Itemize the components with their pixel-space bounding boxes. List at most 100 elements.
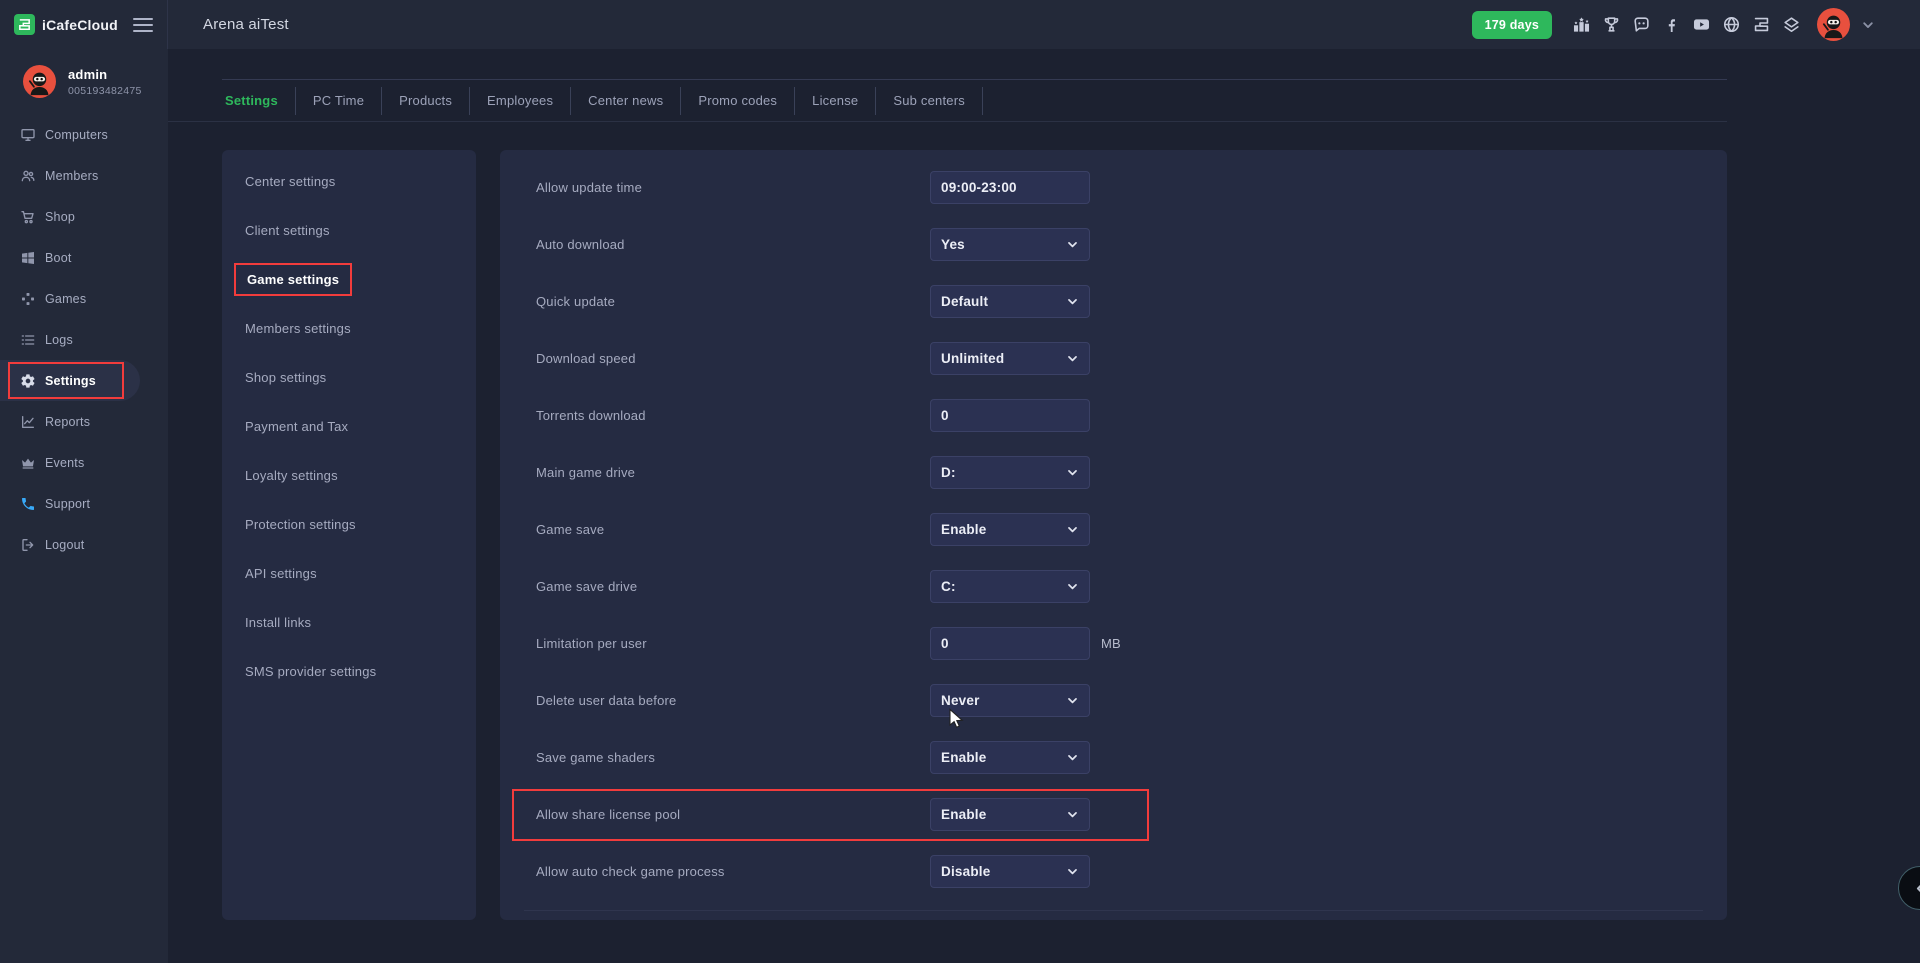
field-control[interactable]: Enable	[930, 513, 1090, 546]
row-quick-update: Quick update Default	[500, 273, 1727, 330]
globe-icon[interactable]	[1722, 15, 1741, 34]
tab-products[interactable]: Products	[382, 87, 470, 115]
sidebar-item-members[interactable]: Members	[0, 155, 168, 196]
trophy-icon[interactable]	[1602, 15, 1621, 34]
submenu-center-settings[interactable]: Center settings	[222, 157, 476, 206]
submenu-item-label: Install links	[245, 615, 311, 630]
submenu-members-settings[interactable]: Members settings	[222, 304, 476, 353]
field-control[interactable]: Default	[930, 285, 1090, 318]
tab-sub-centers[interactable]: Sub centers	[876, 87, 983, 115]
chevron-down-icon	[1066, 865, 1079, 878]
avatar[interactable]	[1817, 8, 1850, 41]
sidebar-item-events[interactable]: Events	[0, 442, 168, 483]
submenu-payment-and-tax[interactable]: Payment and Tax	[222, 402, 476, 451]
submenu-item-label: Center settings	[245, 174, 335, 189]
tab-employees[interactable]: Employees	[470, 87, 571, 115]
field-label: Allow update time	[536, 180, 930, 195]
sidebar-item-games[interactable]: Games	[0, 278, 168, 319]
field-value: Never	[941, 693, 980, 708]
submenu-item-label: SMS provider settings	[245, 664, 376, 679]
avatar[interactable]	[23, 65, 56, 98]
field-label: Main game drive	[536, 465, 930, 480]
sidebar-item-shop[interactable]: Shop	[0, 196, 168, 237]
field-control[interactable]: Enable	[930, 741, 1090, 774]
field-control[interactable]: 0	[930, 399, 1090, 432]
sidebar-item-support[interactable]: Support	[0, 483, 168, 524]
field-label: Game save drive	[536, 579, 930, 594]
field-suffix: MB	[1101, 636, 1121, 651]
collapse-panel-button[interactable]	[1898, 866, 1920, 910]
submenu-item-label: API settings	[245, 566, 317, 581]
field-control[interactable]: 0	[930, 627, 1090, 660]
sidebar-item-label: Reports	[45, 415, 90, 429]
field-label: Save game shaders	[536, 750, 930, 765]
topbar-right: 179 days	[1472, 8, 1920, 41]
submenu-shop-settings[interactable]: Shop settings	[222, 353, 476, 402]
chevron-down-icon	[1066, 751, 1079, 764]
chevron-down-icon	[1066, 580, 1079, 593]
submenu-client-settings[interactable]: Client settings	[222, 206, 476, 255]
field-value: Yes	[941, 237, 965, 252]
submenu-game-settings[interactable]: Game settings	[222, 255, 476, 304]
sidebar-item-label: Support	[45, 497, 90, 511]
row-delete-user-data-before: Delete user data before Never	[500, 672, 1727, 729]
field-value: 0	[941, 636, 949, 651]
tab-center-news[interactable]: Center news	[571, 87, 681, 115]
field-control[interactable]: D:	[930, 456, 1090, 489]
chevron-down-icon	[1066, 694, 1079, 707]
field-control[interactable]: Disable	[930, 855, 1090, 888]
chevron-down-icon	[1066, 523, 1079, 536]
sidebar-item-label: Computers	[45, 128, 108, 142]
gamepad-icon	[20, 291, 36, 307]
field-value: Default	[941, 294, 988, 309]
discord-icon[interactable]	[1632, 15, 1651, 34]
field-control[interactable]: Unlimited	[930, 342, 1090, 375]
submenu-sms-provider-settings[interactable]: SMS provider settings	[222, 647, 476, 696]
chart-icon	[20, 414, 36, 430]
cart-icon	[20, 209, 36, 225]
chevron-down-icon[interactable]	[1861, 18, 1875, 32]
field-control[interactable]: C:	[930, 570, 1090, 603]
sidebar-item-computers[interactable]: Computers	[0, 114, 168, 155]
topbar: iCafeCloud Arena aiTest 179 days	[0, 0, 1920, 49]
license-days-badge[interactable]: 179 days	[1472, 11, 1552, 39]
sidebar-item-logout[interactable]: Logout	[0, 524, 168, 565]
sidebar-item-reports[interactable]: Reports	[0, 401, 168, 442]
submenu-item-label: Loyalty settings	[245, 468, 338, 483]
list-icon	[20, 332, 36, 348]
field-control[interactable]: Yes	[930, 228, 1090, 261]
icafecloud-logo-icon	[14, 14, 35, 35]
form-bottom-divider	[524, 910, 1703, 911]
row-save-game-shaders: Save game shaders Enable	[500, 729, 1727, 786]
facebook-icon[interactable]	[1662, 15, 1681, 34]
field-control[interactable]: Enable	[930, 798, 1090, 831]
sidebar-item-label: Logout	[45, 538, 84, 552]
layers-icon[interactable]	[1782, 15, 1801, 34]
tab-license[interactable]: License	[795, 87, 876, 115]
tab-promo-codes[interactable]: Promo codes	[681, 87, 795, 115]
icafecloud-icon[interactable]	[1752, 15, 1771, 34]
row-limitation-per-user: Limitation per user 0 MB	[500, 615, 1727, 672]
row-allow-share-license-pool: Allow share license pool Enable	[500, 786, 1727, 843]
row-auto-download: Auto download Yes	[500, 216, 1727, 273]
field-control[interactable]: 09:00-23:00	[930, 171, 1090, 204]
ranking-icon[interactable]	[1572, 15, 1591, 34]
field-value: Enable	[941, 807, 986, 822]
submenu-loyalty-settings[interactable]: Loyalty settings	[222, 451, 476, 500]
field-label: Delete user data before	[536, 693, 930, 708]
sidebar-item-logs[interactable]: Logs	[0, 319, 168, 360]
field-control[interactable]: Never	[930, 684, 1090, 717]
sidebar-item-label: Boot	[45, 251, 72, 265]
sidebar-item-boot[interactable]: Boot	[0, 237, 168, 278]
tab-settings[interactable]: Settings	[222, 87, 296, 115]
youtube-icon[interactable]	[1692, 15, 1711, 34]
sidebar-nav: Computers Members Shop Boot Games	[0, 114, 168, 565]
submenu-protection-settings[interactable]: Protection settings	[222, 500, 476, 549]
sidebar-item-settings[interactable]: Settings	[0, 360, 140, 401]
submenu-install-links[interactable]: Install links	[222, 598, 476, 647]
brand-logo[interactable]: iCafeCloud	[14, 14, 118, 35]
tab-pc-time[interactable]: PC Time	[296, 87, 382, 115]
tabs-bottom-divider	[168, 121, 1727, 122]
hamburger-menu-icon[interactable]	[133, 18, 153, 32]
submenu-api-settings[interactable]: API settings	[222, 549, 476, 598]
